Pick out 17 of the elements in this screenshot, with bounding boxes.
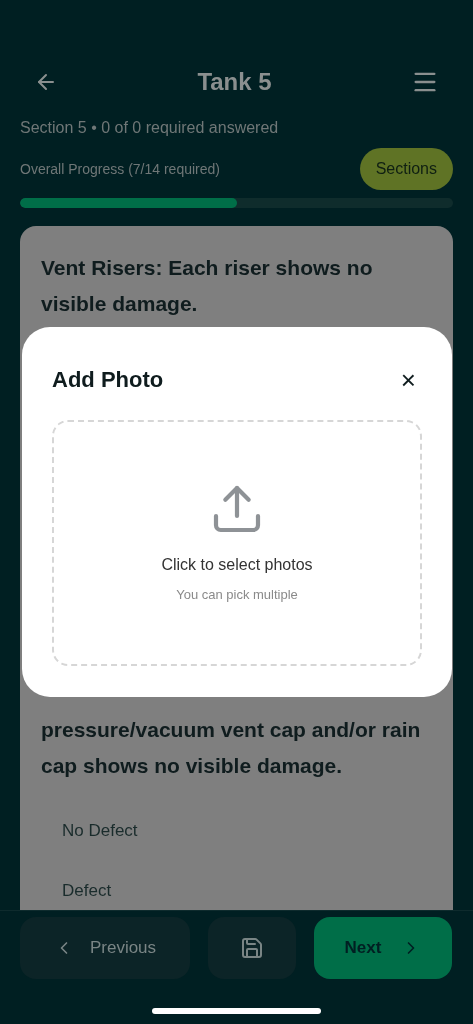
section-summary: Section 5 • 0 of 0 required answered (20, 119, 279, 136)
close-button[interactable]: × (400, 366, 416, 393)
dropzone-hint: You can pick multiple (176, 586, 298, 605)
question-text: pressure/vacuum vent cap and/or rain cap shows no visible damage. (41, 717, 422, 779)
save-icon (240, 936, 264, 960)
progress-label: Overall Progress (7/14 required) (20, 159, 220, 179)
previous-button[interactable]: Previous (20, 917, 190, 979)
answer-option[interactable]: Defect (41, 877, 432, 903)
photo-dropzone[interactable]: Click to select photos You can pick multiple (52, 420, 422, 666)
page-title: Tank 5 (197, 67, 272, 97)
modal-title: Add Photo (52, 366, 164, 394)
dropzone-title: Click to select photos (161, 555, 313, 576)
sections-button[interactable]: Sections (359, 148, 453, 190)
question-text: Vent Risers: Each riser shows no visible damage. (41, 255, 374, 317)
answer-option[interactable]: No Defect (41, 818, 432, 844)
next-button[interactable]: Next (314, 917, 452, 979)
save-button[interactable] (208, 917, 296, 979)
